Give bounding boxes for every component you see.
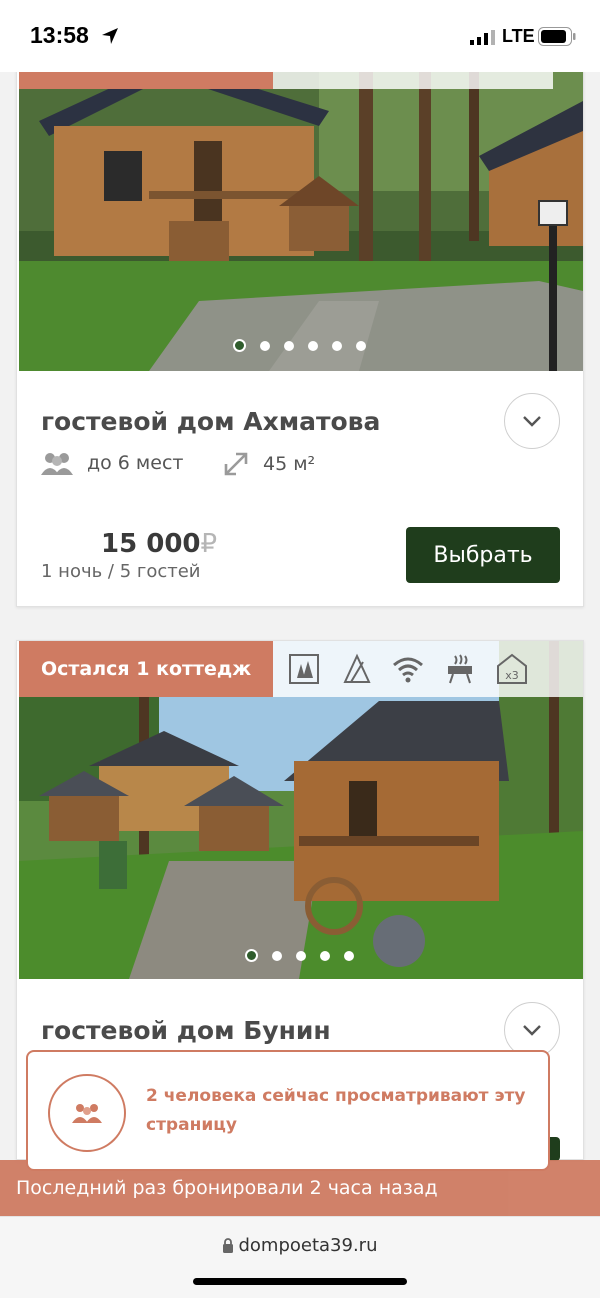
slider-dot[interactable] — [344, 950, 354, 961]
availability-badge — [19, 71, 273, 89]
slider-dot[interactable] — [260, 340, 270, 351]
slider-dot[interactable] — [308, 340, 318, 351]
slider-dots — [245, 949, 354, 962]
cottage-title: гостевой дом Бунин — [41, 1016, 331, 1045]
home-indicator[interactable] — [193, 1278, 407, 1285]
chevron-down-icon — [523, 1025, 541, 1036]
address-field[interactable]: dompoeta39.ru — [0, 1235, 600, 1256]
expand-button[interactable] — [504, 393, 560, 449]
lock-icon — [223, 1238, 234, 1253]
network-label: LTE — [502, 26, 535, 46]
viewers-icon-circle — [48, 1074, 126, 1152]
area-label: 45 м² — [263, 453, 316, 475]
people-icon — [72, 1104, 102, 1123]
guests-label: до 6 мест — [87, 452, 184, 474]
cottage-photo — [19, 71, 583, 371]
cottage-photo-slider[interactable] — [19, 71, 583, 371]
x3-icon: x3 — [497, 653, 527, 684]
viewers-popup: 2 человека сейчас просматривают эту стра… — [26, 1050, 550, 1171]
guests-feature: до 6 мест — [41, 451, 183, 475]
slider-dots — [233, 339, 366, 352]
amenities-bar: x3 — [273, 641, 583, 697]
resize-icon — [224, 452, 248, 476]
x3-label: x3 — [505, 669, 519, 682]
page: 13:58 LTE гостевой дом Ахматова до 6 мес… — [0, 0, 600, 1298]
viewers-message: 2 человека сейчас просматривают эту стра… — [146, 1086, 526, 1135]
url-text: dompoeta39.ru — [238, 1235, 378, 1256]
browser-address-bar[interactable]: dompoeta39.ru — [0, 1216, 600, 1298]
price-value: 15 000 — [101, 529, 201, 559]
currency: ₽ — [200, 529, 218, 559]
slider-dot[interactable] — [332, 340, 342, 351]
slider-dot[interactable] — [320, 950, 330, 961]
area-feature: 45 м² — [223, 451, 315, 477]
cottage-card-akhmatova: гостевой дом Ахматова до 6 мест 45 м² 15… — [16, 40, 584, 607]
slider-dot[interactable] — [284, 340, 294, 351]
slider-dot[interactable] — [272, 950, 282, 961]
select-button[interactable]: Выбрать — [406, 527, 560, 583]
slider-dot[interactable] — [245, 949, 258, 962]
amenities-bar — [273, 71, 553, 89]
grill-icon — [448, 654, 472, 684]
availability-badge: Остался 1 коттедж — [19, 641, 273, 697]
slider-dot[interactable] — [233, 339, 246, 352]
wifi-icon — [393, 657, 423, 683]
tent-icon — [343, 653, 371, 683]
slider-dot[interactable] — [296, 950, 306, 961]
location-arrow-icon — [102, 28, 118, 44]
nature-icon — [289, 654, 319, 684]
status-bar: 13:58 LTE — [0, 0, 600, 72]
guests-icon — [41, 453, 73, 475]
signal-icon — [470, 30, 495, 45]
chevron-down-icon — [523, 416, 541, 427]
status-time: 13:58 — [30, 22, 89, 48]
cottage-title: гостевой дом Ахматова — [41, 407, 381, 436]
battery-icon — [538, 27, 576, 46]
price: 15 000₽ — [101, 529, 217, 559]
price-note: 1 ночь / 5 гостей — [41, 561, 201, 582]
slider-dot[interactable] — [356, 340, 366, 351]
